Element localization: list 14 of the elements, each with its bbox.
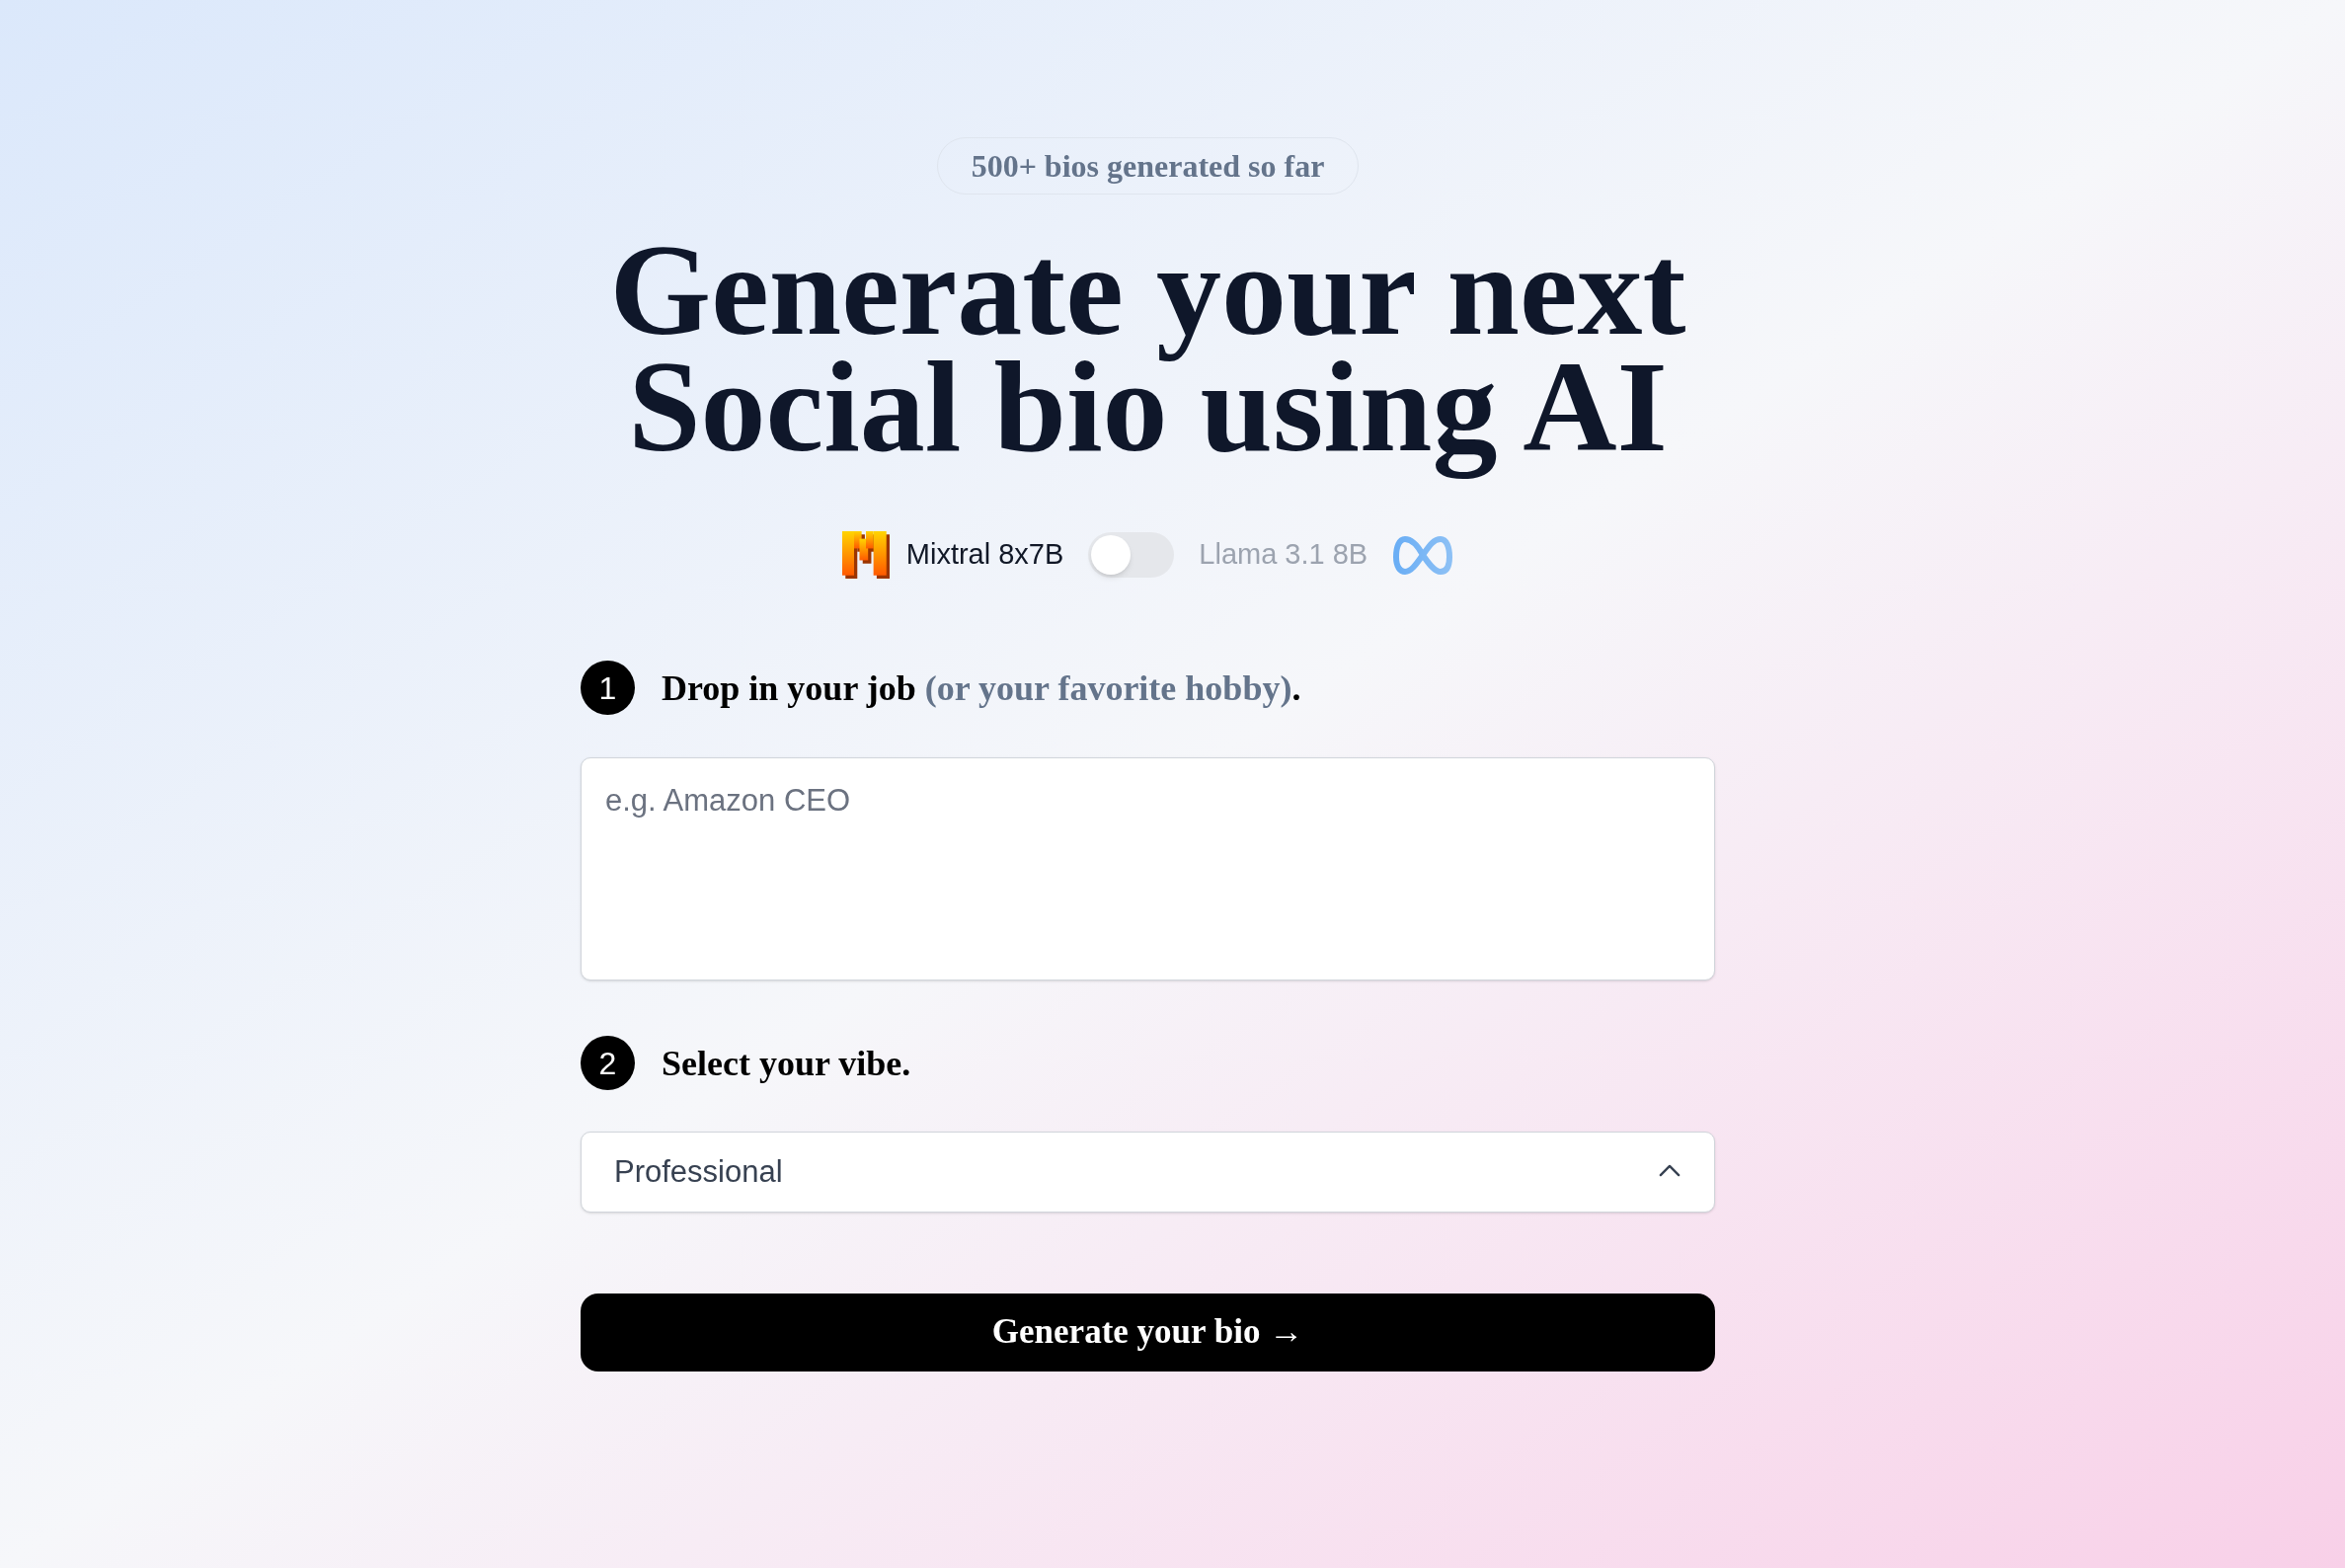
job-input-field[interactable]: e.g. Amazon CEO <box>581 757 1715 980</box>
step-label: Select your vibe. <box>662 1042 911 1085</box>
model-toggle[interactable] <box>1088 532 1175 578</box>
chevron-up-icon <box>1659 1163 1681 1177</box>
step-number: 2 <box>581 1036 635 1090</box>
step-label: Drop in your job (or your favorite hobby). <box>662 666 1301 710</box>
generate-button[interactable]: Generate your bio → <box>581 1294 1715 1372</box>
infinity-logo-icon <box>1392 534 1454 576</box>
vibe-select[interactable]: Professional <box>581 1132 1715 1213</box>
step-number: 1 <box>581 661 635 715</box>
page-heading: Generate your next Social bio using AI <box>609 232 1686 481</box>
model-label: Llama 3.1 8B <box>1199 537 1368 573</box>
pixel-m-logo-icon <box>841 531 890 579</box>
model-label: Mixtral 8x7B <box>905 537 1064 573</box>
